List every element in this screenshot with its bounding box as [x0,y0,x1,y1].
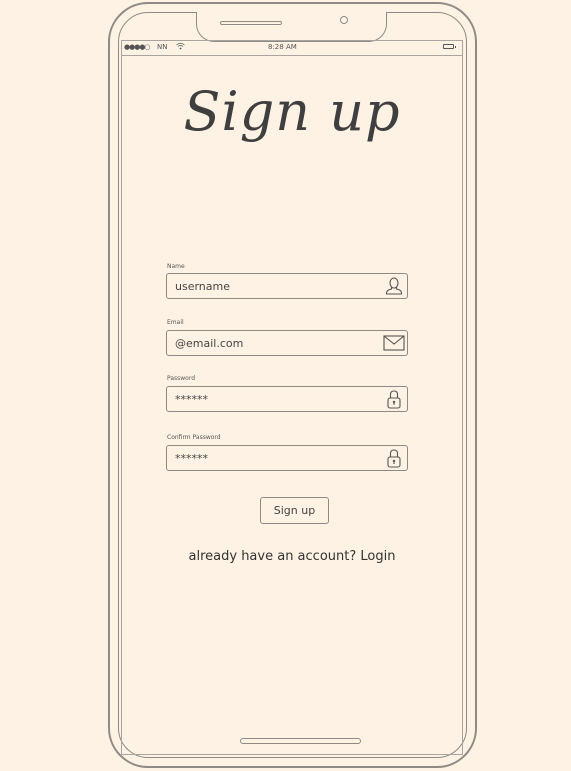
name-label: Name [167,263,185,270]
password-label: Password [167,375,196,382]
lock-icon [383,388,405,410]
password-field-value: ****** [175,393,208,406]
envelope-icon [383,332,405,354]
speaker-grille [220,21,282,25]
confirm-password-label: Confirm Password [167,434,221,441]
wifi-icon [176,42,185,52]
name-field[interactable]: username [166,273,408,299]
confirm-password-field-value: ****** [175,452,208,465]
page-title: Sign up [183,80,401,143]
signup-button[interactable]: Sign up [260,497,329,524]
user-icon [383,275,405,297]
camera-icon [340,16,348,24]
email-label: Email [167,319,184,326]
signal-strength-icon: ●●●●○ [124,43,151,51]
carrier-name: NN [157,43,168,51]
phone-notch [196,12,387,42]
confirm-password-field[interactable]: ****** [166,445,408,471]
email-field[interactable]: @email.com [166,330,408,356]
email-field-value: @email.com [175,337,244,350]
home-indicator [240,738,361,744]
status-bar: ●●●●○ NN 8:28 AM [121,40,463,56]
lock-icon [383,447,405,469]
battery-icon [443,44,456,49]
password-field[interactable]: ****** [166,386,408,412]
login-link[interactable]: already have an account? Login [121,549,463,564]
status-time: 8:28 AM [268,43,297,51]
name-field-value: username [175,280,230,293]
